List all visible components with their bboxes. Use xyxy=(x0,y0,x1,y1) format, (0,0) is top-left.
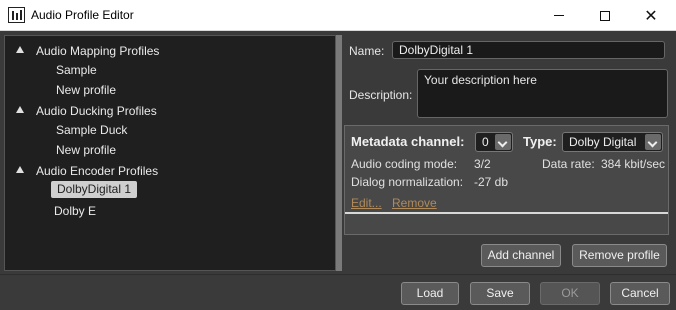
description-field[interactable]: Your description here xyxy=(417,69,668,118)
audio-levels-icon xyxy=(8,7,25,23)
tree-group-audio-encoder[interactable]: Audio Encoder Profiles xyxy=(36,162,158,180)
channel-panel: Metadata channel: 0 Type: Dolby Digital … xyxy=(344,125,669,235)
chevron-down-icon xyxy=(645,134,661,150)
window-title: Audio Profile Editor xyxy=(31,8,134,22)
collapse-triangle-icon[interactable] xyxy=(16,166,24,173)
maximize-icon xyxy=(600,10,610,21)
tree-group-audio-mapping[interactable]: Audio Mapping Profiles xyxy=(36,42,159,60)
metadata-channel-select[interactable]: 0 xyxy=(475,132,513,152)
data-rate-value: 384 kbit/sec xyxy=(601,157,666,171)
collapse-triangle-icon[interactable] xyxy=(16,46,24,53)
dialog-norm-label: Dialog normalization: xyxy=(351,175,464,189)
type-value: Dolby Digital xyxy=(569,135,637,149)
title-bar: Audio Profile Editor ✕ xyxy=(0,0,676,31)
close-icon: ✕ xyxy=(644,7,658,25)
dialog-norm-value: -27 db xyxy=(474,175,509,189)
minimize-icon xyxy=(554,15,564,16)
close-button[interactable]: ✕ xyxy=(628,0,674,31)
remove-profile-button[interactable]: Remove profile xyxy=(572,244,667,267)
tree-item-sample[interactable]: Sample xyxy=(56,61,97,79)
name-label: Name: xyxy=(349,44,385,58)
minimize-button[interactable] xyxy=(536,0,582,31)
tree-item-new-profile[interactable]: New profile xyxy=(56,141,116,159)
tree-group-audio-ducking[interactable]: Audio Ducking Profiles xyxy=(36,102,157,120)
maximize-button[interactable] xyxy=(582,0,628,31)
save-button[interactable]: Save xyxy=(470,282,530,305)
tree-item-sample-duck[interactable]: Sample Duck xyxy=(56,121,127,139)
metadata-channel-label: Metadata channel: xyxy=(351,134,465,149)
data-rate-label: Data rate: xyxy=(542,157,595,171)
cancel-button[interactable]: Cancel xyxy=(610,282,670,305)
footer-divider xyxy=(0,274,676,275)
type-select[interactable]: Dolby Digital xyxy=(562,132,663,152)
coding-mode-value: 3/2 xyxy=(474,157,491,171)
remove-link[interactable]: Remove xyxy=(392,196,437,210)
load-button[interactable]: Load xyxy=(401,282,459,305)
coding-mode-label: Audio coding mode: xyxy=(351,157,458,171)
type-label: Type: xyxy=(523,134,557,149)
chevron-down-icon xyxy=(495,134,511,150)
metadata-channel-value: 0 xyxy=(482,135,489,149)
profile-tree[interactable]: Audio Mapping Profiles Sample New profil… xyxy=(4,35,336,271)
tree-item-new-profile[interactable]: New profile xyxy=(56,81,116,99)
collapse-triangle-icon[interactable] xyxy=(16,106,24,113)
channel-divider xyxy=(345,212,668,214)
tree-item-dolbydigital-1[interactable]: DolbyDigital 1 xyxy=(51,181,138,198)
add-channel-button[interactable]: Add channel xyxy=(481,244,561,267)
edit-link[interactable]: Edit... xyxy=(351,196,382,210)
description-label: Description: xyxy=(349,88,413,102)
ok-button[interactable]: OK xyxy=(540,282,600,305)
tree-item-dolby-e[interactable]: Dolby E xyxy=(54,202,96,220)
profile-details: Name: DolbyDigital 1 Description: Your d… xyxy=(342,35,676,271)
name-field[interactable]: DolbyDigital 1 xyxy=(392,41,665,59)
